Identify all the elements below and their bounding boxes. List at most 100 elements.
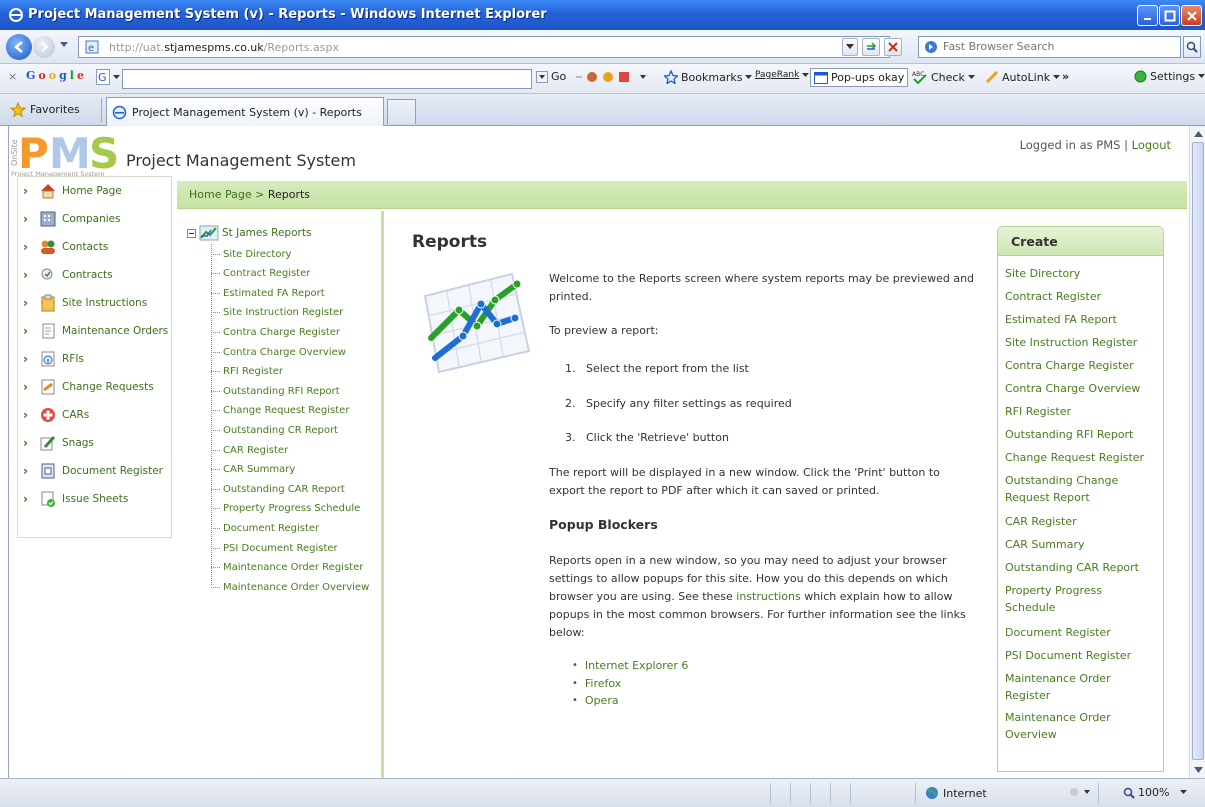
create-link[interactable]: Document Register: [1005, 624, 1160, 641]
window-title-bar[interactable]: Project Management System (v) - Reports …: [0, 0, 1205, 30]
logout-link[interactable]: Logout: [1132, 138, 1171, 152]
more-tools-button[interactable]: »: [1062, 70, 1069, 83]
tree-item[interactable]: PSI Document Register: [211, 540, 338, 556]
menu-item-change-requests[interactable]: › Change Requests: [18, 373, 173, 401]
tree-item[interactable]: Contract Register: [211, 266, 310, 282]
breadcrumb-home-link[interactable]: Home Page: [189, 188, 252, 201]
create-link[interactable]: Contra Charge Overview: [1005, 380, 1160, 397]
google-logo[interactable]: Google: [26, 69, 84, 82]
pagerank-button[interactable]: PageRank: [755, 70, 810, 80]
tree-item[interactable]: Document Register: [211, 520, 319, 536]
tree-root[interactable]: St James Reports: [187, 224, 311, 242]
create-link[interactable]: Contract Register: [1005, 288, 1160, 305]
menu-item-document-register[interactable]: › Document Register: [18, 457, 173, 485]
tree-item[interactable]: Outstanding CAR Report: [211, 481, 345, 497]
tree-item[interactable]: Outstanding RFI Report: [211, 383, 340, 399]
maximize-button[interactable]: [1159, 5, 1180, 26]
tree-item[interactable]: Contra Charge Register: [211, 324, 340, 340]
tree-item[interactable]: Change Request Register: [211, 403, 349, 419]
create-link[interactable]: Contra Charge Register: [1005, 357, 1160, 374]
tree-item[interactable]: CAR Summary: [211, 462, 295, 478]
scroll-down-arrow[interactable]: [1191, 763, 1205, 777]
back-button[interactable]: [6, 34, 32, 60]
menu-item-snags[interactable]: › Snags: [18, 429, 173, 457]
scrollbar-thumb[interactable]: [1192, 142, 1204, 760]
minimize-button[interactable]: [1137, 5, 1158, 26]
create-link[interactable]: CAR Summary: [1005, 536, 1160, 553]
collapse-icon[interactable]: [187, 228, 196, 238]
address-input[interactable]: e http://uat.stjamespms.co.uk/Reports.as…: [78, 36, 890, 58]
tree-item[interactable]: Outstanding CR Report: [211, 422, 338, 438]
tree-item[interactable]: Property Progress Schedule: [211, 501, 360, 517]
create-link[interactable]: Property Progress Schedule: [1005, 582, 1125, 616]
login-status: Logged in as PMS | Logout: [1020, 138, 1171, 152]
search-input[interactable]: [943, 40, 1173, 53]
link-opera[interactable]: Opera: [585, 692, 619, 710]
tree-item[interactable]: Maintenance Order Overview: [211, 579, 369, 595]
tree-item[interactable]: Site Directory: [211, 246, 291, 262]
create-link[interactable]: RFI Register: [1005, 403, 1160, 420]
create-link[interactable]: Outstanding RFI Report: [1005, 426, 1160, 443]
address-dropdown-button[interactable]: [842, 38, 858, 56]
pms-logo[interactable]: OnSite P M S Project Management System: [9, 128, 129, 178]
pencil-icon: [40, 435, 56, 451]
create-link[interactable]: Maintenance Order Overview: [1005, 709, 1120, 743]
create-link[interactable]: Estimated FA Report: [1005, 311, 1160, 328]
create-link[interactable]: Change Request Register: [1005, 449, 1160, 466]
create-link[interactable]: Outstanding CAR Report: [1005, 559, 1160, 576]
google-search-input[interactable]: [122, 69, 532, 89]
tab-active-page[interactable]: Project Management System (v) - Reports: [106, 97, 384, 126]
link-internet-explorer-6[interactable]: Internet Explorer 6: [585, 657, 688, 675]
menu-item-rfis[interactable]: › RFIs: [18, 345, 173, 373]
tree-item[interactable]: Maintenance Order Register: [211, 560, 363, 576]
create-link[interactable]: Site Instruction Register: [1005, 334, 1160, 351]
forward-button[interactable]: [33, 36, 55, 58]
search-button[interactable]: [1183, 36, 1201, 58]
page-title: Reports: [412, 232, 488, 252]
protected-mode-button[interactable]: [1068, 786, 1092, 798]
svg-text:e: e: [88, 43, 94, 54]
autolink-button[interactable]: AutoLink: [985, 70, 1061, 84]
favorites-button[interactable]: Favorites: [10, 102, 80, 117]
toolbar-tools-group[interactable]: [574, 70, 650, 84]
refresh-button[interactable]: [862, 38, 880, 56]
settings-button[interactable]: Settings: [1134, 70, 1205, 83]
tree-item[interactable]: Contra Charge Overview: [211, 344, 346, 360]
tree-item[interactable]: CAR Register: [211, 442, 288, 458]
tree-item[interactable]: Estimated FA Report: [211, 285, 325, 301]
create-link[interactable]: PSI Document Register: [1005, 647, 1160, 664]
menu-item-contracts[interactable]: › Contracts: [18, 261, 173, 289]
spell-check-button[interactable]: ABC Check: [912, 70, 975, 84]
close-icon: [1186, 10, 1197, 21]
instructions-link[interactable]: instructions: [736, 590, 800, 603]
link-firefox[interactable]: Firefox: [585, 675, 621, 693]
menu-item-companies[interactable]: › Companies: [18, 205, 173, 233]
create-link[interactable]: CAR Register: [1005, 513, 1160, 530]
google-go-button[interactable]: Go: [536, 70, 566, 83]
clipboard-icon: [41, 294, 55, 312]
tree-item[interactable]: Site Instruction Register: [211, 305, 343, 321]
close-button[interactable]: [1181, 5, 1202, 26]
scroll-up-arrow[interactable]: [1191, 127, 1205, 141]
create-link[interactable]: Site Directory: [1005, 265, 1160, 282]
vertical-scrollbar[interactable]: [1189, 126, 1205, 778]
history-dropdown-icon[interactable]: [60, 42, 68, 48]
menu-item-maintenance-orders[interactable]: › Maintenance Orders: [18, 317, 173, 345]
bookmarks-button[interactable]: Bookmarks: [664, 70, 753, 84]
tree-item[interactable]: RFI Register: [211, 364, 283, 380]
google-menu-button[interactable]: G: [96, 69, 120, 85]
menu-item-cars[interactable]: › CARs: [18, 401, 173, 429]
security-zone[interactable]: Internet: [925, 786, 987, 800]
popups-button[interactable]: Pop-ups okay: [810, 68, 909, 87]
zoom-control[interactable]: 100%: [1123, 786, 1188, 799]
create-link[interactable]: Outstanding Change Request Report: [1005, 472, 1133, 506]
new-tab-button[interactable]: [387, 99, 416, 124]
search-box[interactable]: [918, 36, 1181, 58]
create-link[interactable]: Maintenance Order Register: [1005, 670, 1120, 704]
stop-button[interactable]: [884, 38, 902, 56]
menu-item-site-instructions[interactable]: › Site Instructions: [18, 289, 173, 317]
menu-item-contacts[interactable]: › Contacts: [18, 233, 173, 261]
menu-item-home-page[interactable]: › Home Page: [18, 177, 173, 205]
menu-item-issue-sheets[interactable]: › Issue Sheets: [18, 485, 173, 513]
close-toolbar-icon[interactable]: ×: [8, 70, 17, 83]
